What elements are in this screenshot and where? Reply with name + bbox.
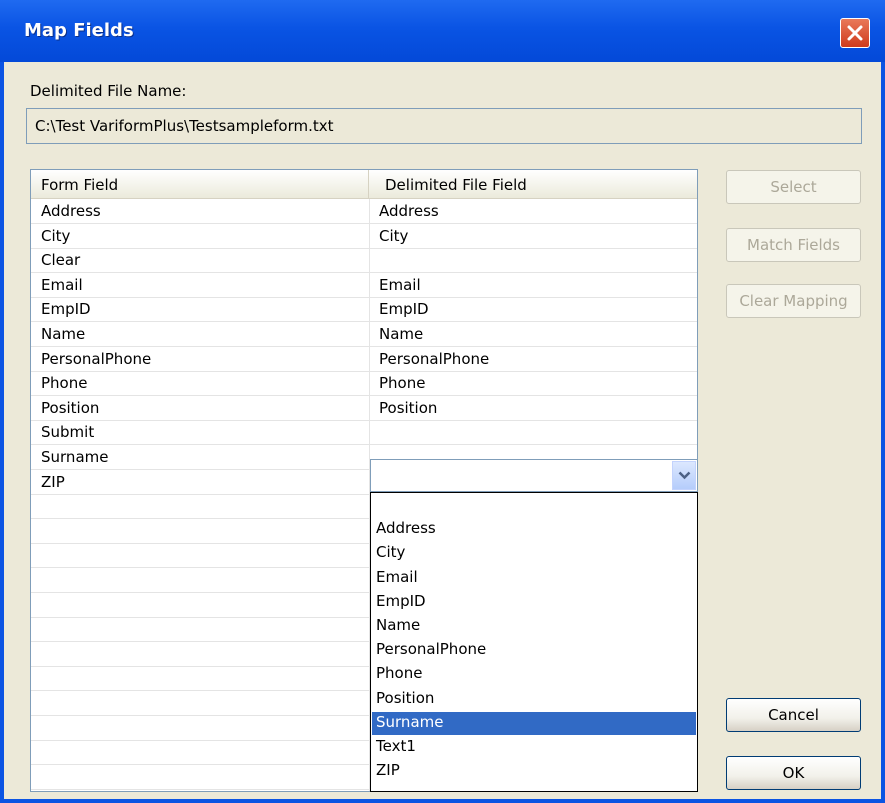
delimited-field-cell[interactable]: Email bbox=[379, 276, 421, 294]
column-header-form-field[interactable]: Form Field bbox=[31, 170, 369, 199]
delimited-field-cell[interactable]: EmpID bbox=[379, 300, 429, 318]
dropdown-option-label: EmpID bbox=[376, 591, 426, 610]
window-title: Map Fields bbox=[24, 20, 134, 41]
dropdown-option-label: PersonalPhone bbox=[376, 640, 487, 659]
dropdown-option[interactable]: Name bbox=[372, 615, 696, 638]
map-fields-dialog: Map Fields Delimited File Name: C:\Test … bbox=[0, 0, 885, 803]
chevron-down-icon bbox=[678, 471, 691, 480]
title-bar[interactable]: Map Fields bbox=[0, 0, 885, 62]
column-header-label: Delimited File Field bbox=[385, 176, 527, 194]
delimited-field-cell[interactable]: PersonalPhone bbox=[379, 350, 489, 368]
dropdown-option-label: ZIP bbox=[376, 761, 400, 780]
dropdown-option-label: Position bbox=[376, 688, 435, 707]
dropdown-option[interactable]: Position bbox=[372, 688, 696, 711]
dropdown-option[interactable]: Surname bbox=[372, 711, 696, 735]
form-field-cell: EmpID bbox=[41, 300, 91, 319]
file-name-label: Delimited File Name: bbox=[30, 82, 187, 100]
delimited-field-cell[interactable]: Address bbox=[379, 202, 439, 220]
table-row[interactable]: Submit bbox=[31, 420, 697, 446]
dropdown-option[interactable]: PersonalPhone bbox=[372, 639, 696, 662]
form-field-cell: Address bbox=[41, 202, 101, 220]
form-field-cell: City bbox=[41, 226, 71, 245]
form-field-cell: Position bbox=[41, 398, 100, 417]
dropdown-option[interactable]: Email bbox=[372, 567, 696, 590]
dropdown-option-label: Text1 bbox=[376, 737, 416, 755]
dropdown-option[interactable]: EmpID bbox=[372, 591, 696, 614]
file-name-value: C:\Test VariformPlus\Testsampleform.txt bbox=[35, 117, 334, 135]
ok-button[interactable]: OK bbox=[726, 756, 861, 790]
form-field-cell: Submit bbox=[41, 423, 95, 442]
dropdown-option[interactable] bbox=[372, 494, 696, 517]
dropdown-option-label: Address bbox=[376, 519, 436, 538]
form-field-cell: Phone bbox=[41, 374, 88, 393]
dropdown-option-label: City bbox=[376, 543, 406, 562]
close-icon bbox=[847, 25, 863, 41]
cancel-button[interactable]: Cancel bbox=[726, 698, 861, 732]
match-fields-button[interactable]: Match Fields bbox=[726, 228, 861, 262]
dropdown-option[interactable]: Phone bbox=[372, 663, 696, 686]
select-button[interactable]: Select bbox=[726, 170, 861, 204]
form-field-cell: ZIP bbox=[41, 472, 65, 491]
delimited-field-cell[interactable]: Position bbox=[379, 399, 437, 417]
column-header-label: Form Field bbox=[41, 176, 119, 194]
table-row[interactable]: Email Email bbox=[31, 273, 697, 298]
table-row[interactable]: Phone Phone bbox=[31, 371, 697, 397]
dropdown-option-label: Name bbox=[376, 616, 421, 634]
table-row[interactable]: Position Position bbox=[31, 396, 697, 421]
dropdown-list[interactable]: Address City Email EmpID Name PersonalPhone Ph… bbox=[370, 492, 698, 792]
close-button[interactable] bbox=[840, 18, 870, 48]
file-name-field[interactable]: C:\Test VariformPlus\Testsampleform.txt bbox=[26, 108, 862, 144]
clear-mapping-button[interactable]: Clear Mapping bbox=[726, 284, 861, 318]
dialog-body: Delimited File Name: C:\Test VariformPlu… bbox=[4, 62, 881, 799]
dropdown-option-label: Phone bbox=[376, 664, 423, 683]
dropdown-arrow-button[interactable] bbox=[672, 461, 696, 490]
form-field-cell: Name bbox=[41, 325, 86, 343]
dropdown-option[interactable]: City bbox=[372, 542, 696, 565]
form-field-cell: Clear bbox=[41, 251, 81, 270]
delimited-field-cell[interactable]: Name bbox=[379, 325, 423, 343]
table-row[interactable]: City City bbox=[31, 224, 697, 249]
table-row[interactable]: Clear bbox=[31, 248, 697, 274]
delimited-field-cell[interactable]: City bbox=[379, 227, 408, 245]
table-row[interactable]: Name Name bbox=[31, 322, 697, 347]
delimited-field-cell[interactable]: Phone bbox=[379, 374, 425, 392]
dropdown-option[interactable]: ZIP bbox=[372, 760, 696, 783]
delimited-field-select[interactable] bbox=[370, 459, 698, 492]
form-field-cell: Email bbox=[41, 275, 83, 294]
form-field-cell: PersonalPhone bbox=[41, 349, 152, 368]
column-header-delimited-field[interactable]: Delimited File Field bbox=[369, 170, 697, 199]
table-row[interactable]: Address Address bbox=[31, 199, 697, 224]
dropdown-option-label: Surname bbox=[376, 712, 444, 731]
dropdown-option[interactable]: Text1 bbox=[372, 736, 696, 759]
dropdown-option-label: Email bbox=[376, 567, 418, 586]
form-field-cell: Surname bbox=[41, 448, 109, 466]
table-row[interactable]: PersonalPhone PersonalPhone bbox=[31, 347, 697, 372]
table-row[interactable]: EmpID EmpID bbox=[31, 297, 697, 323]
dropdown-option[interactable]: Address bbox=[372, 518, 696, 541]
